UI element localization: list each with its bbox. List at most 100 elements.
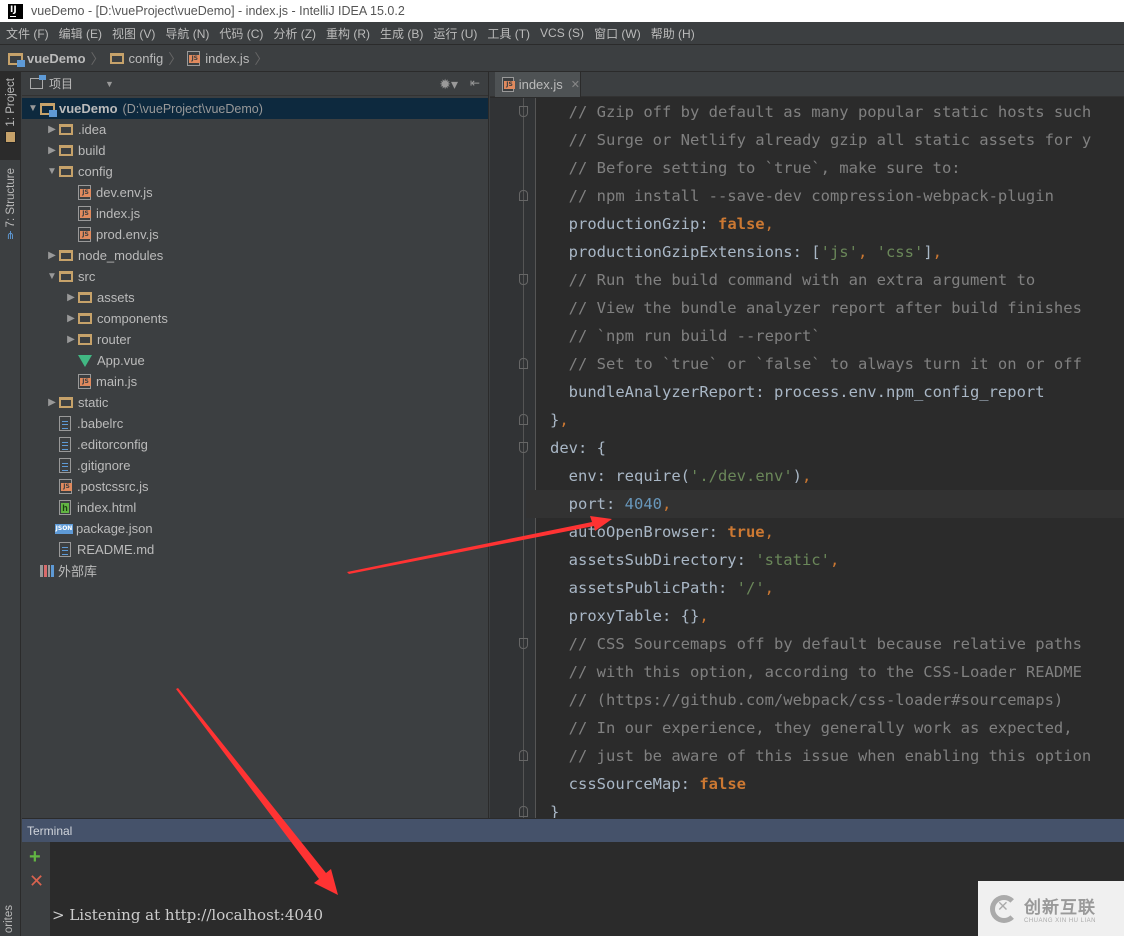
fold-end-icon[interactable] — [519, 190, 528, 201]
code-line[interactable]: productionGzipExtensions: ['js', 'css'], — [536, 238, 1124, 266]
menu-item[interactable]: VCS (S) — [540, 26, 584, 40]
fold-start-icon[interactable] — [519, 442, 528, 453]
expand-arrow-icon[interactable]: ▼ — [45, 166, 59, 177]
menu-item[interactable]: 运行 (U) — [433, 25, 477, 42]
terminal-output[interactable]: > Listening at http://localhost:4040 — [52, 906, 323, 924]
code-line[interactable]: }, — [536, 406, 1124, 434]
menu-item[interactable]: 编辑 (E) — [59, 25, 102, 42]
code-line[interactable]: autoOpenBrowser: true, — [536, 518, 1124, 546]
breadcrumb-project[interactable]: vueDemo — [8, 51, 86, 67]
code-line[interactable]: } — [536, 798, 1124, 818]
menu-item[interactable]: 重构 (R) — [326, 25, 370, 42]
expand-arrow-icon[interactable]: ▼ — [26, 103, 40, 114]
fold-start-icon[interactable] — [519, 638, 528, 649]
close-icon[interactable]: ✕ — [571, 78, 580, 91]
tree-item[interactable]: dev.env.js — [22, 182, 488, 203]
code-line[interactable]: // `npm run build --report` — [536, 322, 1124, 350]
breadcrumb-file[interactable]: index.js — [187, 51, 249, 66]
collapse-arrow-icon[interactable]: ▶ — [45, 124, 59, 135]
collapse-arrow-icon[interactable]: ▶ — [45, 397, 59, 408]
menu-item[interactable]: 生成 (B) — [380, 25, 423, 42]
code-line[interactable]: assetsSubDirectory: 'static', — [536, 546, 1124, 574]
menu-item[interactable]: 代码 (C) — [219, 25, 263, 42]
code-line[interactable]: // Gzip off by default as many popular s… — [536, 98, 1124, 126]
menu-item[interactable]: 文件 (F) — [6, 25, 49, 42]
collapse-arrow-icon[interactable]: ▶ — [64, 292, 78, 303]
tree-item[interactable]: .babelrc — [22, 413, 488, 434]
tab-index-js[interactable]: index.js ✕ — [495, 72, 581, 97]
tree-item[interactable]: .gitignore — [22, 455, 488, 476]
code-line[interactable]: // Before setting to `true`, make sure t… — [536, 154, 1124, 182]
code-area[interactable]: // Gzip off by default as many popular s… — [536, 98, 1124, 818]
code-token-plain: port: — [568, 495, 625, 513]
tree-item[interactable]: index.js — [22, 203, 488, 224]
hide-panel-icon[interactable]: ⇤ — [470, 76, 480, 90]
tree-item[interactable]: ▶ build — [22, 140, 488, 161]
tree-item[interactable]: JSON package.json — [22, 518, 488, 539]
collapse-arrow-icon[interactable]: ▶ — [45, 145, 59, 156]
fold-end-icon[interactable] — [519, 750, 528, 761]
tool-tab-structure[interactable]: 7: Structure ⋔ — [0, 168, 21, 252]
fold-start-icon[interactable] — [519, 274, 528, 285]
code-line[interactable]: env: require('./dev.env'), — [536, 462, 1124, 490]
menu-item[interactable]: 工具 (T) — [487, 25, 530, 42]
menu-item[interactable]: 帮助 (H) — [651, 25, 695, 42]
tree-item[interactable]: ▶ components — [22, 308, 488, 329]
tree-item[interactable]: .postcssrc.js — [22, 476, 488, 497]
code-line[interactable]: // Run the build command with an extra a… — [536, 266, 1124, 294]
new-session-icon[interactable]: + — [29, 847, 41, 867]
tree-item[interactable]: App.vue — [22, 350, 488, 371]
tree-item[interactable]: ▼ config — [22, 161, 488, 182]
code-line[interactable]: // View the bundle analyzer report after… — [536, 294, 1124, 322]
tree-item[interactable]: ▶ node_modules — [22, 245, 488, 266]
code-line[interactable]: proxyTable: {}, — [536, 602, 1124, 630]
code-line[interactable]: // (https://github.com/webpack/css-loade… — [536, 686, 1124, 714]
menu-item[interactable]: 导航 (N) — [165, 25, 209, 42]
code-line[interactable]: // with this option, according to the CS… — [536, 658, 1124, 686]
code-line[interactable]: // npm install --save-dev compression-we… — [536, 182, 1124, 210]
chevron-down-icon[interactable]: ▼ — [105, 79, 114, 89]
code-line[interactable]: port: 4040, — [536, 490, 1124, 518]
tree-item[interactable]: 外部库 — [22, 560, 488, 581]
tree-item[interactable]: ▶ router — [22, 329, 488, 350]
code-line[interactable]: // Set to `true` or `false` to always tu… — [536, 350, 1124, 378]
tree-item[interactable]: main.js — [22, 371, 488, 392]
gear-icon[interactable]: ✹▾ — [439, 76, 458, 93]
tool-tab-project[interactable]: 1: Project — [0, 72, 21, 160]
collapse-arrow-icon[interactable]: ▶ — [64, 334, 78, 345]
tree-item[interactable]: ▼ vueDemo (D:\vueProject\vueDemo) — [22, 98, 488, 119]
tree-item[interactable]: ▶ assets — [22, 287, 488, 308]
menu-item[interactable]: 分析 (Z) — [273, 25, 316, 42]
code-token-plain: assetsPublicPath: — [568, 579, 737, 597]
code-line[interactable]: dev: { — [536, 434, 1124, 462]
tree-item[interactable]: README.md — [22, 539, 488, 560]
collapse-arrow-icon[interactable]: ▶ — [64, 313, 78, 324]
code-line[interactable]: // In our experience, they generally wor… — [536, 714, 1124, 742]
menu-item[interactable]: 视图 (V) — [112, 25, 155, 42]
tree-item[interactable]: index.html — [22, 497, 488, 518]
project-view-selector[interactable]: 项目 — [49, 75, 73, 92]
collapse-arrow-icon[interactable]: ▶ — [45, 250, 59, 261]
tree-item[interactable]: prod.env.js — [22, 224, 488, 245]
code-line[interactable]: cssSourceMap: false — [536, 770, 1124, 798]
code-line[interactable]: productionGzip: false, — [536, 210, 1124, 238]
fold-end-icon[interactable] — [519, 414, 528, 425]
code-line[interactable]: assetsPublicPath: '/', — [536, 574, 1124, 602]
tree-item[interactable]: ▶ .idea — [22, 119, 488, 140]
fold-end-icon[interactable] — [519, 806, 528, 817]
expand-arrow-icon[interactable]: ▼ — [45, 271, 59, 282]
tree-item[interactable]: ▶ static — [22, 392, 488, 413]
tree-item[interactable]: ▼ src — [22, 266, 488, 287]
code-line[interactable]: // Surge or Netlify already gzip all sta… — [536, 126, 1124, 154]
code-line[interactable]: // CSS Sourcemaps off by default because… — [536, 630, 1124, 658]
menu-item[interactable]: 窗口 (W) — [594, 25, 641, 42]
breadcrumb-config[interactable]: config — [109, 51, 163, 66]
favorites-tab-label[interactable]: orites — [3, 905, 15, 933]
fold-end-icon[interactable] — [519, 358, 528, 369]
tree-item[interactable]: .editorconfig — [22, 434, 488, 455]
code-line[interactable]: // just be aware of this issue when enab… — [536, 742, 1124, 770]
fold-start-icon[interactable] — [519, 106, 528, 117]
close-session-icon[interactable]: ✕ — [29, 871, 44, 891]
code-line[interactable]: bundleAnalyzerReport: process.env.npm_co… — [536, 378, 1124, 406]
